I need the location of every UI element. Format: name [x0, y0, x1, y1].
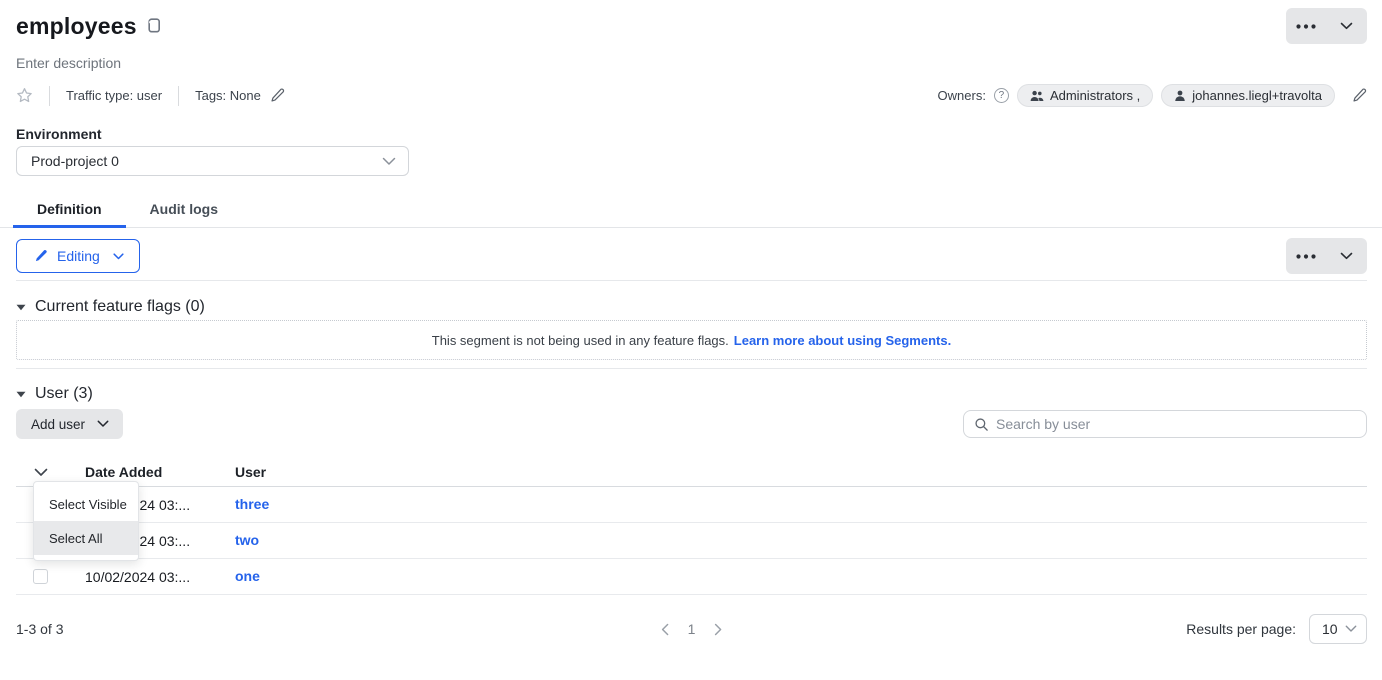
feature-flags-section-header[interactable]: Current feature flags (0) [16, 298, 1366, 316]
header-overflow-menu-button[interactable] [1286, 8, 1327, 44]
chevron-down-icon [1345, 625, 1357, 633]
copy-key-button[interactable] [146, 18, 161, 34]
divider [49, 86, 50, 106]
row-checkbox[interactable] [33, 569, 48, 584]
meta-row: Traffic type: user Tags: None Owners: ? … [16, 85, 1367, 106]
owner-pill-administrators[interactable]: Administrators , [1017, 84, 1153, 107]
definition-actions-split-button [1286, 238, 1367, 274]
owner-pill-label: johannes.liegl+travolta [1192, 88, 1322, 103]
pager-controls: 1 [661, 621, 723, 637]
table-header-row: Date Added User [16, 458, 1367, 487]
menu-item-select-visible[interactable]: Select Visible [34, 487, 138, 521]
page-header: employees [0, 0, 1382, 44]
cell-date-added: 10/02/2024 03:... [85, 569, 235, 585]
help-icon[interactable]: ? [994, 88, 1009, 103]
description-placeholder[interactable]: Enter description [16, 55, 1366, 71]
per-page-value: 10 [1322, 621, 1338, 637]
feature-flags-empty-state: This segment is not being used in any fe… [16, 320, 1367, 360]
segment-detail-page: employees Enter description [0, 0, 1382, 680]
chevron-down-icon [382, 157, 396, 166]
select-menu-trigger[interactable] [34, 468, 48, 477]
definition-overflow-menu-button[interactable] [1286, 238, 1327, 274]
chevron-left-icon [661, 623, 669, 636]
ellipsis-icon [1296, 24, 1316, 29]
chevron-down-icon [1340, 252, 1353, 260]
caret-down-icon[interactable] [16, 391, 26, 398]
pencil-icon [34, 249, 48, 263]
ellipsis-icon [1296, 254, 1316, 259]
results-per-page-select[interactable]: 10 [1309, 614, 1367, 644]
user-link[interactable]: one [235, 568, 260, 584]
divider [16, 368, 1367, 369]
user-toolbar: Add user [16, 409, 1367, 439]
owners-label: Owners: [938, 88, 986, 103]
header-expand-button[interactable] [1327, 8, 1368, 44]
search-icon [974, 417, 989, 432]
caret-down-icon[interactable] [16, 304, 26, 311]
results-range-label: 1-3 of 3 [16, 621, 63, 637]
per-page-group: Results per page: 10 [1186, 614, 1367, 644]
column-header-date-added: Date Added [85, 464, 235, 480]
results-per-page-label: Results per page: [1186, 621, 1296, 637]
chevron-down-icon [34, 468, 48, 477]
traffic-type-label: Traffic type: user [66, 88, 162, 103]
copy-icon [146, 18, 161, 34]
pencil-icon [1352, 88, 1367, 103]
tab-definition[interactable]: Definition [13, 191, 126, 227]
star-icon [16, 87, 33, 104]
chevron-right-icon [714, 623, 722, 636]
pagination-bar: 1-3 of 3 1 Results per page: 10 [16, 612, 1367, 646]
group-icon [1030, 90, 1044, 102]
editing-mode-button[interactable]: Editing [16, 239, 140, 273]
chevron-down-icon [1340, 22, 1353, 30]
learn-more-link[interactable]: Learn more about using Segments. [734, 333, 951, 348]
edit-owners-button[interactable] [1352, 88, 1367, 103]
owner-pill-label: Administrators , [1050, 88, 1140, 103]
environment-select[interactable]: Prod-project 0 [16, 146, 409, 176]
current-page-number[interactable]: 1 [688, 621, 696, 637]
add-user-button[interactable]: Add user [16, 409, 123, 439]
user-link[interactable]: three [235, 496, 269, 512]
editing-label: Editing [57, 248, 100, 264]
tabs-bar: Definition Audit logs [0, 191, 1382, 228]
chevron-down-icon [97, 420, 109, 428]
owner-pill-user[interactable]: johannes.liegl+travolta [1161, 84, 1335, 107]
tab-audit-logs[interactable]: Audit logs [126, 191, 242, 227]
next-page-button[interactable] [714, 623, 722, 636]
search-by-user-input[interactable] [996, 416, 1356, 432]
environment-block: Environment Prod-project 0 [16, 126, 1366, 176]
favorite-button[interactable] [16, 87, 33, 104]
menu-item-select-all[interactable]: Select All [34, 521, 138, 555]
edit-mode-bar: Editing [16, 238, 1367, 274]
select-dropdown-menu: Select Visible Select All [33, 481, 139, 561]
user-section-heading: User (3) [35, 385, 93, 403]
user-section-header[interactable]: User (3) [16, 385, 1366, 403]
column-header-user: User [235, 464, 1367, 480]
table-row: 10/02/2024 03:... one [16, 559, 1367, 595]
definition-expand-button[interactable] [1327, 238, 1368, 274]
user-search [963, 410, 1367, 438]
header-actions-split-button [1286, 8, 1367, 44]
person-icon [1174, 90, 1186, 102]
environment-selected-value: Prod-project 0 [31, 153, 119, 169]
pencil-icon [270, 88, 285, 103]
table-row: 10/02/2024 03:... two [16, 523, 1367, 559]
user-link[interactable]: two [235, 532, 259, 548]
previous-page-button[interactable] [661, 623, 669, 636]
tags-label: Tags: None [195, 88, 261, 103]
edit-tags-button[interactable] [270, 88, 285, 103]
empty-state-message: This segment is not being used in any fe… [432, 333, 729, 348]
page-title: employees [16, 13, 137, 40]
feature-flags-heading: Current feature flags (0) [35, 298, 205, 316]
environment-label: Environment [16, 126, 1366, 142]
chevron-down-icon [113, 253, 124, 260]
owners-group: Owners: ? Administrators , johannes.lieg… [938, 84, 1367, 107]
divider [178, 86, 179, 106]
divider [16, 280, 1367, 281]
add-user-label: Add user [31, 417, 85, 432]
table-row: 10/02/2024 03:... three [16, 487, 1367, 523]
user-table: Date Added User 10/02/2024 03:... three … [16, 458, 1367, 595]
